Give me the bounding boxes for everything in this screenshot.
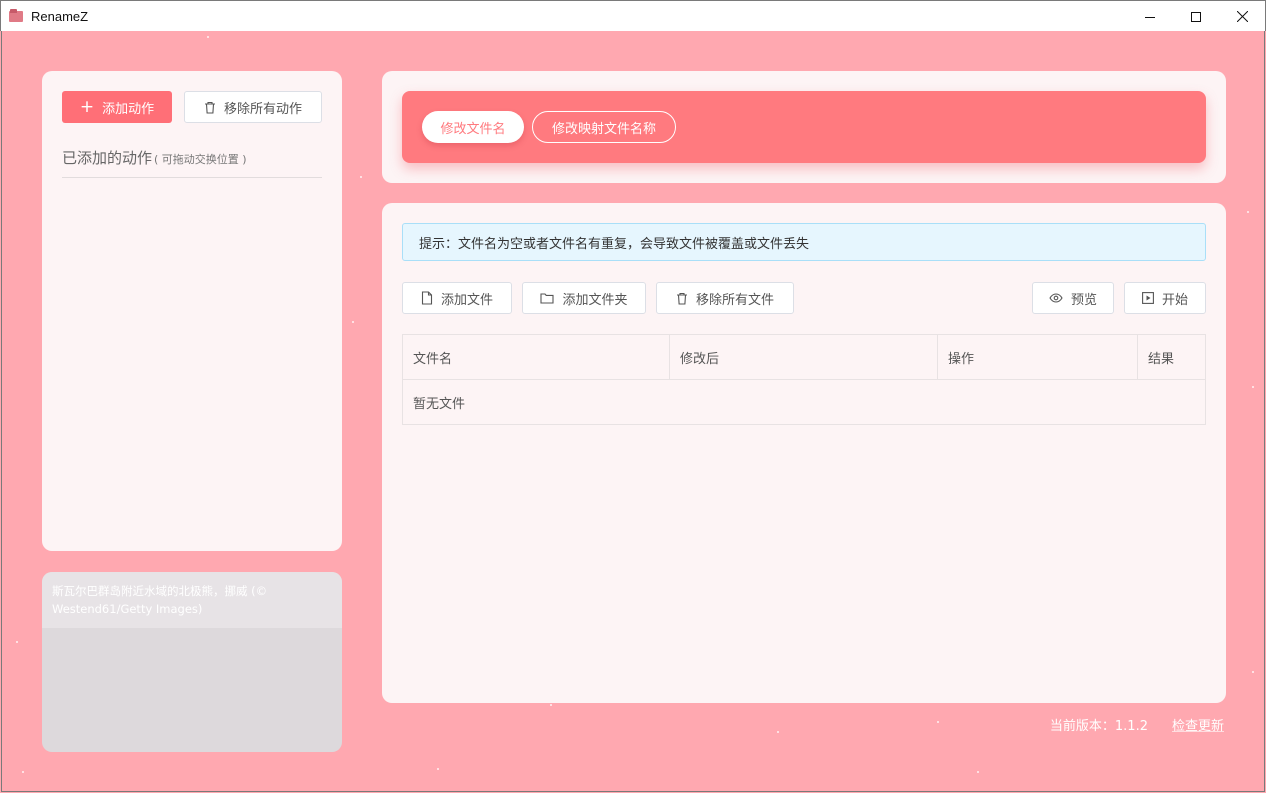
minimize-button[interactable] xyxy=(1127,1,1173,32)
window-title: RenameZ xyxy=(31,8,89,24)
plus-icon: + xyxy=(79,96,95,117)
file-icon xyxy=(421,291,433,305)
check-update-link[interactable]: 检查更新 xyxy=(1172,715,1224,734)
actions-hint: ( 可拖动交换位置 ) xyxy=(154,153,247,166)
add-action-label: 添加动作 xyxy=(102,101,155,117)
divider xyxy=(62,177,322,178)
actions-panel: + 添加动作 移除所有动作 已添加的动作( 可拖动交换位置 ) xyxy=(42,71,342,551)
footer: 当前版本：1.1.2 检查更新 xyxy=(1050,715,1224,734)
sparkle-dot xyxy=(550,704,552,706)
column-header-filename: 文件名 xyxy=(403,335,670,379)
sparkle-dot xyxy=(1252,671,1254,673)
sparkle-dot xyxy=(937,721,939,723)
sparkle-dot xyxy=(16,641,18,643)
start-button[interactable]: 开始 xyxy=(1124,282,1206,314)
version-text: 当前版本：1.1.2 xyxy=(1049,719,1148,734)
column-header-modified: 修改后 xyxy=(670,335,938,379)
add-file-label: 添加文件 xyxy=(440,292,493,308)
close-button[interactable] xyxy=(1219,1,1265,32)
sparkle-dot xyxy=(1247,211,1249,213)
sparkle-dot xyxy=(1252,386,1254,388)
mode-tabs-card: 修改文件名 修改映射文件名称 xyxy=(382,71,1226,183)
remove-all-files-label: 移除所有文件 xyxy=(695,292,774,308)
column-header-result: 结果 xyxy=(1148,351,1175,367)
file-table: 文件名 修改后 操作 结果 暂无文件 xyxy=(402,334,1206,425)
folder-icon xyxy=(540,293,555,304)
preview-label: 预览 xyxy=(1070,292,1097,308)
remove-all-actions-label: 移除所有动作 xyxy=(223,101,302,117)
remove-all-files-button[interactable]: 移除所有文件 xyxy=(656,282,794,314)
add-action-button[interactable]: + 添加动作 xyxy=(62,91,172,123)
add-folder-label: 添加文件夹 xyxy=(562,292,628,308)
tab-rename-mapping[interactable]: 修改映射文件名称 xyxy=(532,111,676,143)
tabs-bar: 修改文件名 修改映射文件名称 xyxy=(402,91,1206,163)
empty-table-message: 暂无文件 xyxy=(413,396,466,412)
app-icon xyxy=(9,8,25,24)
sparkle-dot xyxy=(977,771,979,773)
tab-rename-files[interactable]: 修改文件名 xyxy=(422,111,524,143)
trash-icon xyxy=(676,292,687,305)
file-list-card: 提示：文件名为空或者文件名有重复，会导致文件被覆盖或文件丢失 添加文件 添加文件… xyxy=(382,203,1226,703)
sparkle-dot xyxy=(437,768,439,770)
wallpaper-caption: 斯瓦尔巴群岛附近水域的北极熊，挪威 (© Westend61/Getty Ima… xyxy=(42,572,342,628)
remove-all-actions-button[interactable]: 移除所有动作 xyxy=(184,91,322,123)
minimize-icon xyxy=(1145,16,1155,18)
table-header: 文件名 修改后 操作 结果 xyxy=(403,335,1205,380)
add-folder-button[interactable]: 添加文件夹 xyxy=(522,282,646,314)
sparkle-dot xyxy=(22,771,24,773)
warning-alert: 提示：文件名为空或者文件名有重复，会导致文件被覆盖或文件丢失 xyxy=(402,223,1206,261)
wallpaper-card: 斯瓦尔巴群岛附近水域的北极熊，挪威 (© Westend61/Getty Ima… xyxy=(42,572,342,752)
sparkle-dot xyxy=(777,731,779,733)
play-icon xyxy=(1142,292,1154,304)
sparkle-dot xyxy=(207,36,209,38)
start-label: 开始 xyxy=(1161,292,1188,308)
main-area: + 添加动作 移除所有动作 已添加的动作( 可拖动交换位置 ) 斯瓦尔巴群岛附近… xyxy=(1,31,1265,792)
actions-heading: 已添加的动作( 可拖动交换位置 ) xyxy=(62,147,247,168)
column-header-actions: 操作 xyxy=(938,335,1138,379)
preview-button[interactable]: 预览 xyxy=(1032,282,1114,314)
add-file-button[interactable]: 添加文件 xyxy=(402,282,512,314)
sparkle-dot xyxy=(352,321,354,323)
maximize-icon xyxy=(1191,11,1201,22)
window-controls xyxy=(1127,1,1265,32)
maximize-button[interactable] xyxy=(1173,1,1219,32)
eye-icon xyxy=(1049,293,1063,303)
actions-title: 已添加的动作 xyxy=(62,149,153,167)
close-icon xyxy=(1236,11,1248,22)
trash-icon xyxy=(204,101,215,114)
title-bar[interactable]: RenameZ xyxy=(0,0,1266,31)
sparkle-dot xyxy=(360,176,362,178)
